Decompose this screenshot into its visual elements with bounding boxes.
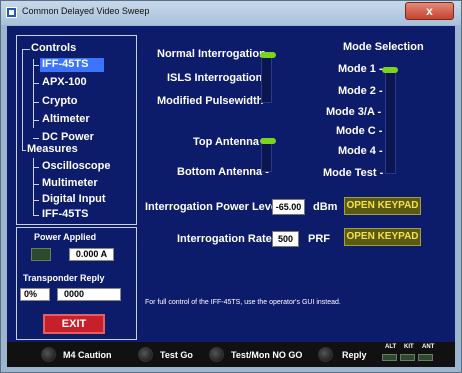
mode-slider[interactable] xyxy=(385,67,396,174)
power-level-input[interactable]: -65.00 xyxy=(272,199,305,215)
power-indicator-led xyxy=(31,248,51,261)
app-icon xyxy=(6,7,17,18)
reply-label: Reply xyxy=(342,350,367,360)
kit-led xyxy=(400,354,415,361)
top-antenna-label: Top Antenna - xyxy=(193,136,266,148)
ant-label: ANT xyxy=(422,344,435,350)
isls-interrogation-label: ISLS Interrogation - xyxy=(167,72,270,84)
tree-item-dc-power[interactable]: DC Power xyxy=(42,131,94,143)
alt-label: ALT xyxy=(385,344,397,350)
test-nogo-led xyxy=(209,347,224,362)
rate-input[interactable]: 500 xyxy=(272,231,299,247)
tree-item-iff-45ts-measure[interactable]: IFF-45TS xyxy=(42,208,88,220)
modified-pulsewidth-label: Modified Pulsewidth - xyxy=(157,95,271,107)
m4-caution-label: M4 Caution xyxy=(63,350,112,360)
antenna-slider-knob[interactable] xyxy=(260,138,276,144)
mode-2-label: Mode 2 - xyxy=(338,85,383,97)
exit-button[interactable]: EXIT xyxy=(43,314,105,334)
rate-unit: PRF xyxy=(308,233,330,245)
reply-percent-display: 0% xyxy=(20,288,50,301)
power-applied-label: Power Applied xyxy=(34,232,97,242)
navigation-tree: Controls IFF-45TS APX-100 Crypto Altimet… xyxy=(16,35,137,225)
main-client-area: Controls IFF-45TS APX-100 Crypto Altimet… xyxy=(7,26,455,367)
title-bar: Common Delayed Video Sweep x xyxy=(1,1,461,25)
tree-item-oscilloscope[interactable]: Oscilloscope xyxy=(42,160,110,172)
reply-count-display: 0000 xyxy=(57,288,121,301)
mode-slider-knob[interactable] xyxy=(382,67,398,73)
tree-item-crypto[interactable]: Crypto xyxy=(42,95,77,107)
m4-caution-led xyxy=(41,347,56,362)
mode-3a-label: Mode 3/A - xyxy=(326,106,382,118)
tree-item-altimeter[interactable]: Altimeter xyxy=(42,113,90,125)
tree-group-measures[interactable]: Measures xyxy=(27,143,78,155)
power-open-keypad-button[interactable]: OPEN KEYPAD xyxy=(344,197,421,215)
mode-4-label: Mode 4 - xyxy=(338,145,383,157)
mode-test-label: Mode Test - xyxy=(323,167,384,179)
power-level-label: Interrogation Power Level xyxy=(145,201,281,213)
test-nogo-label: Test/Mon NO GO xyxy=(231,350,303,360)
interrogation-slider[interactable] xyxy=(261,53,272,103)
interrogation-slider-knob[interactable] xyxy=(260,52,276,58)
mode-1-label: Mode 1 - xyxy=(338,63,383,75)
mode-selection-title: Mode Selection xyxy=(343,41,424,53)
normal-interrogation-label: Normal Interrogation - xyxy=(157,48,273,60)
tree-item-apx-100[interactable]: APX-100 xyxy=(42,76,87,88)
operator-gui-note: For full control of the IFF-45TS, use th… xyxy=(145,299,341,306)
ant-led xyxy=(418,354,433,361)
power-value-display: 0.000 A xyxy=(69,248,114,261)
transponder-reply-label: Transponder Reply xyxy=(23,273,105,283)
tree-group-controls[interactable]: Controls xyxy=(31,42,76,54)
window-title: Common Delayed Video Sweep xyxy=(22,6,150,16)
tree-item-iff-45ts[interactable]: IFF-45TS xyxy=(40,58,104,72)
mode-c-label: Mode C - xyxy=(336,125,383,137)
test-go-label: Test Go xyxy=(160,350,193,360)
kit-label: KIT xyxy=(404,344,414,350)
rate-open-keypad-button[interactable]: OPEN KEYPAD xyxy=(344,228,421,246)
interrogation-rate-label: Interrogation Rate xyxy=(177,233,272,245)
app-window: Common Delayed Video Sweep x Controls IF… xyxy=(0,0,462,373)
indicator-bar: M4 Caution Test Go Test/Mon NO GO Reply … xyxy=(7,342,455,367)
bottom-antenna-label: Bottom Antenna - xyxy=(177,166,269,178)
alt-led xyxy=(382,354,397,361)
tree-item-multimeter[interactable]: Multimeter xyxy=(42,177,98,189)
power-level-unit: dBm xyxy=(313,201,338,213)
close-button[interactable]: x xyxy=(405,2,454,20)
test-go-led xyxy=(138,347,153,362)
reply-led xyxy=(318,347,333,362)
tree-item-digital-input[interactable]: Digital Input xyxy=(42,193,106,205)
